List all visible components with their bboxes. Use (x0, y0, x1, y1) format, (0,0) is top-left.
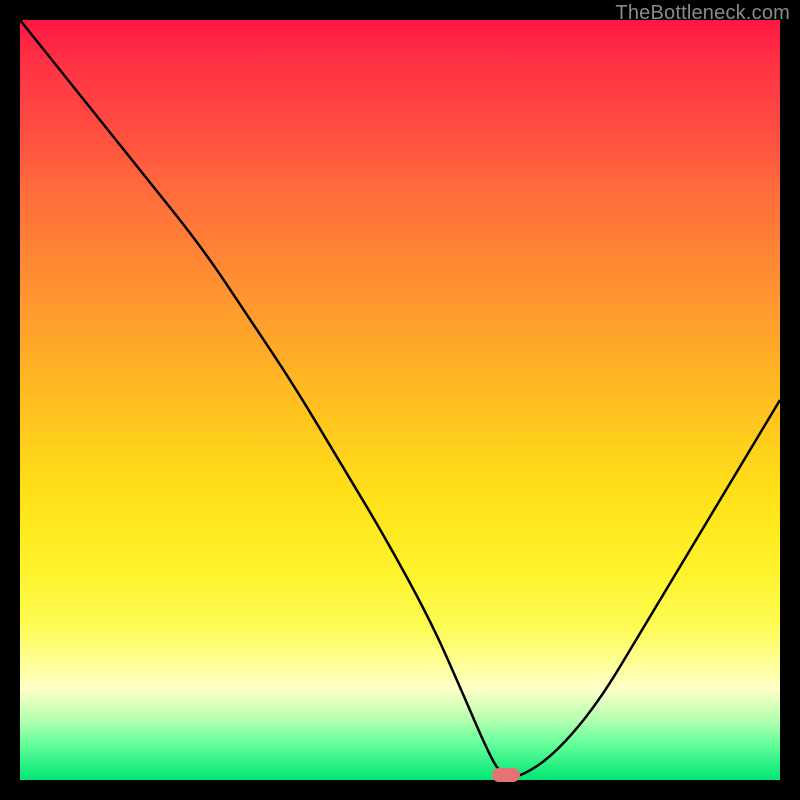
watermark-text: TheBottleneck.com (615, 2, 790, 25)
plot-area (20, 20, 780, 780)
chart-container: TheBottleneck.com (0, 0, 800, 800)
optimal-marker (492, 768, 520, 782)
bottleneck-curve (20, 20, 780, 780)
